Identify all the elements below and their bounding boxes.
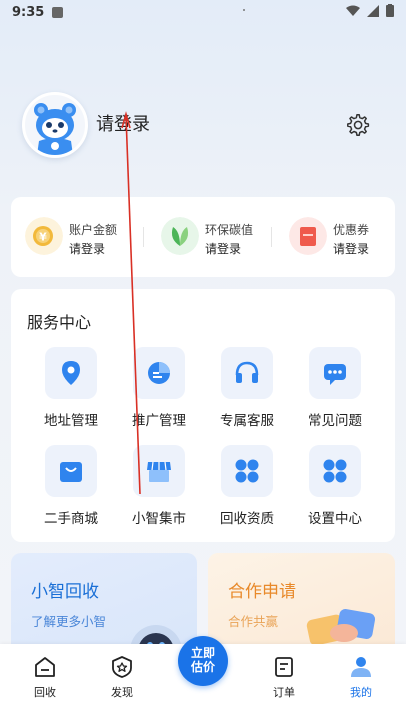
notification-icon <box>52 6 64 18</box>
avatar[interactable] <box>22 92 88 158</box>
service-label: 常见问题 <box>308 413 362 429</box>
service-label: 专属客服 <box>220 413 274 429</box>
tab-label: 回收 <box>34 686 56 699</box>
status-bar: 9:35 <box>0 0 406 24</box>
svg-text:¥: ¥ <box>39 231 47 244</box>
center-button-line2: 估价 <box>190 660 215 674</box>
battery-icon <box>386 4 394 17</box>
wallet-value: 请登录 <box>205 242 242 256</box>
order-icon <box>275 657 293 677</box>
icon-tile <box>221 347 273 399</box>
wallet-label: 账户金额 <box>69 223 118 237</box>
divider <box>143 227 144 247</box>
promo-subtitle: 合作共赢 <box>228 614 279 629</box>
shopping-bag-icon <box>60 462 82 482</box>
bear-mascot-icon <box>34 103 76 155</box>
handshake-icon <box>306 609 376 646</box>
service-label: 二手商城 <box>44 511 98 527</box>
home-icon <box>35 657 55 677</box>
service-item-promotion[interactable]: 推广管理 <box>115 347 203 437</box>
wallet-item-balance[interactable]: ¥ 账户金额 请登录 <box>11 197 139 277</box>
icon-tile <box>309 445 361 497</box>
service-label: 地址管理 <box>44 413 98 429</box>
icon-tile <box>133 347 185 399</box>
instant-valuation-button[interactable]: 立即 估价 <box>178 636 228 686</box>
service-item-market[interactable]: 小智集市 <box>115 445 203 535</box>
service-center-card: 服务中心 地址管理 推广管理 专属客服 常见问题 二手商城 小智集市 回收资质 … <box>11 289 395 542</box>
profile-icon <box>351 657 371 677</box>
promo-subtitle: 了解更多小智 <box>31 614 107 629</box>
divider <box>271 227 272 247</box>
service-item-faq[interactable]: 常见问题 <box>291 347 379 437</box>
wallet-label: 环保碳值 <box>205 223 254 237</box>
tab-mine[interactable]: 我的 <box>326 644 396 704</box>
leaf-icon <box>161 217 199 255</box>
headset-icon <box>235 361 259 383</box>
tab-recycle[interactable]: 回收 <box>10 644 80 704</box>
wallet-label: 优惠券 <box>333 223 370 237</box>
center-button-line1: 立即 <box>190 646 215 660</box>
tab-label: 订单 <box>273 686 295 699</box>
service-item-qualification[interactable]: 回收资质 <box>203 445 291 535</box>
profile-header: 请登录 <box>22 92 384 160</box>
tab-orders[interactable]: 订单 <box>249 644 319 704</box>
coupon-icon <box>289 217 327 255</box>
wallet-item-coupon[interactable]: 优惠券 请登录 <box>275 197 403 277</box>
icon-tile <box>309 347 361 399</box>
service-item-settings[interactable]: 设置中心 <box>291 445 379 535</box>
icon-tile <box>45 445 97 497</box>
service-item-secondhand[interactable]: 二手商城 <box>27 445 115 535</box>
wifi-icon <box>346 5 360 16</box>
promo-title: 合作申请 <box>228 582 296 602</box>
icon-tile <box>133 445 185 497</box>
status-dot <box>243 9 245 11</box>
gear-icon[interactable] <box>344 112 370 138</box>
signal-icon <box>367 4 379 17</box>
icon-tile <box>221 445 273 497</box>
login-prompt[interactable]: 请登录 <box>96 110 150 136</box>
chat-bubble-icon <box>324 364 346 385</box>
grid-icon <box>235 459 259 483</box>
location-pin-icon <box>62 361 80 385</box>
promo-card-recycle[interactable]: 小智回收 了解更多小智 <box>11 553 197 648</box>
status-time: 9:35 <box>12 4 45 20</box>
wallet-card: ¥ 账户金额 请登录 环保碳值 请登录 优惠券 请登录 <box>11 197 395 277</box>
wallet-value: 请登录 <box>69 242 106 256</box>
promo-card-cooperation[interactable]: 合作申请 合作共赢 <box>208 553 395 648</box>
wallet-value: 请登录 <box>333 242 370 256</box>
tab-label: 发现 <box>111 686 133 699</box>
service-item-address[interactable]: 地址管理 <box>27 347 115 437</box>
service-label: 小智集市 <box>132 511 186 527</box>
wallet-item-carbon[interactable]: 环保碳值 请登录 <box>147 197 275 277</box>
pie-chart-icon <box>148 362 170 384</box>
icon-tile <box>45 347 97 399</box>
tab-label: 我的 <box>350 686 372 699</box>
coin-icon: ¥ <box>25 217 63 255</box>
service-label: 设置中心 <box>308 511 362 527</box>
grid-icon <box>323 459 347 483</box>
service-label: 回收资质 <box>220 511 274 527</box>
service-label: 推广管理 <box>132 413 186 429</box>
storefront-icon <box>147 461 171 482</box>
promo-title: 小智回收 <box>31 582 99 602</box>
service-item-support[interactable]: 专属客服 <box>203 347 291 437</box>
tab-discover[interactable]: 发现 <box>87 644 157 704</box>
section-title: 服务中心 <box>27 313 92 332</box>
status-icons <box>346 4 394 17</box>
discover-icon <box>112 656 132 678</box>
